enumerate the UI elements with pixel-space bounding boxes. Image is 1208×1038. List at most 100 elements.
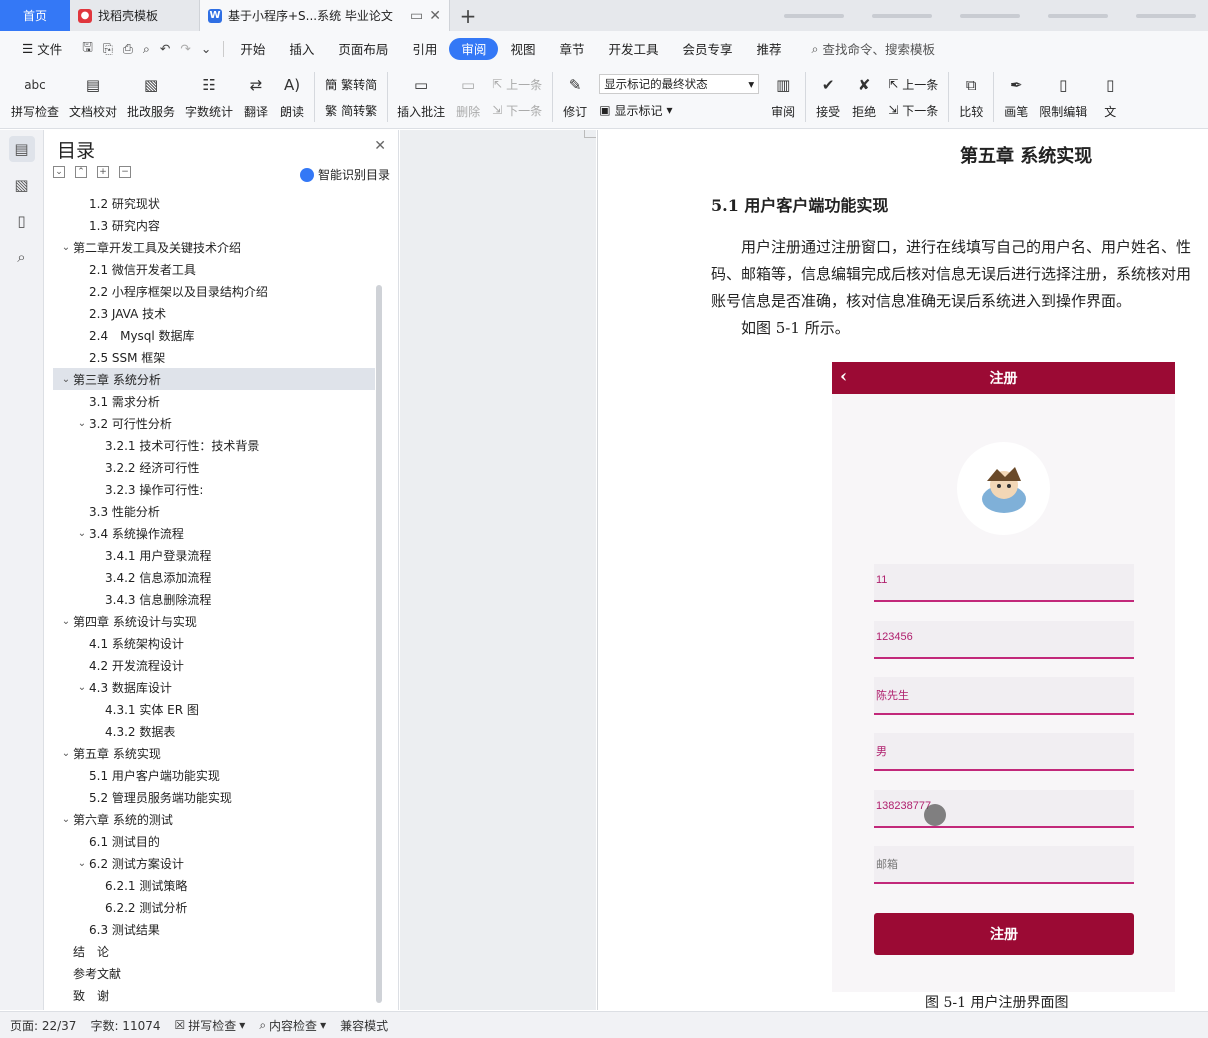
print-icon[interactable]: ⎙ <box>123 41 133 57</box>
page-indicator[interactable]: 页面: 22/37 <box>10 1017 76 1034</box>
menu-reference[interactable]: 引用 <box>400 38 449 60</box>
chapter-icon[interactable]: ▧ <box>9 172 35 198</box>
prev-revision-button[interactable]: ⇱ 上一条 <box>888 74 938 94</box>
password-field[interactable]: 123456 <box>874 621 1134 659</box>
toc-item[interactable]: ⌄ 第三章 系统分析 <box>53 368 375 390</box>
next-revision-button[interactable]: ⇲ 下一条 <box>888 100 938 120</box>
phone-field[interactable]: 138238777 <box>874 790 1134 828</box>
simp-to-trad-button[interactable]: 繁简转繁 <box>325 100 377 120</box>
menu-view[interactable]: 视图 <box>498 38 547 60</box>
toc-item[interactable]: 5.1 用户客户端功能实现 <box>53 764 375 786</box>
chevron-down-icon[interactable]: ⌄ <box>75 858 89 869</box>
reject-button[interactable]: ✘ 拒绝 <box>846 66 882 128</box>
command-search[interactable]: ⌕ 查找命令、搜索模板 <box>812 39 936 58</box>
toc-item[interactable]: ⌄ 第二章开发工具及关键技术介绍 <box>53 236 375 258</box>
menu-member[interactable]: 会员专享 <box>670 38 744 60</box>
close-icon[interactable]: ✕ <box>429 8 441 24</box>
toc-item[interactable]: 3.4.3 信息删除流程 <box>53 588 375 610</box>
toc-item[interactable]: 2.3 JAVA 技术 <box>53 302 375 324</box>
document-page[interactable]: 第五章 系统实现 5.1 用户客户端功能实现 用户注册通过注册窗口，进行在线填写… <box>597 130 1208 1011</box>
toc-item[interactable]: 2.2 小程序框架以及目录结构介绍 <box>53 280 375 302</box>
toc-item[interactable]: 6.1 测试目的 <box>53 830 375 852</box>
toc-item[interactable]: 6.2.2 测试分析 <box>53 896 375 918</box>
toc-item[interactable]: ⌄ 第六章 系统的测试 <box>53 808 375 830</box>
chevron-down-icon[interactable]: ⌄ <box>201 41 211 56</box>
chevron-down-icon[interactable]: ⌄ <box>59 616 73 627</box>
toc-item[interactable]: 参考文献 <box>53 962 375 984</box>
menu-start[interactable]: 开始 <box>228 38 277 60</box>
email-field[interactable]: 邮箱 <box>874 846 1134 884</box>
accept-button[interactable]: ✔ 接受 <box>810 66 846 128</box>
tab-pin-icon[interactable]: ▭ <box>410 8 423 24</box>
toc-item[interactable]: ⌄ 6.2 测试方案设计 <box>53 852 375 874</box>
chevron-down-icon[interactable]: ⌄ <box>59 374 73 385</box>
toc-item[interactable]: ⌄ 第四章 系统设计与实现 <box>53 610 375 632</box>
tab-home[interactable]: 首页 <box>0 0 70 31</box>
translate-button[interactable]: ⇄ 翻译 <box>238 66 274 128</box>
spellcheck-status[interactable]: ☒ 拼写检查 ▾ <box>175 1017 246 1034</box>
toc-item[interactable]: 3.3 性能分析 <box>53 500 375 522</box>
bookmark-icon[interactable]: ▯ <box>9 208 35 234</box>
toc-item[interactable]: 2.5 SSM 框架 <box>53 346 375 368</box>
save-icon[interactable]: 🖫 <box>82 38 93 59</box>
name-field[interactable]: 陈先生 <box>874 677 1134 715</box>
chevron-down-icon[interactable]: ⌄ <box>75 528 89 539</box>
toc-item[interactable]: ⌄ 第五章 系统实现 <box>53 742 375 764</box>
toc-scrollbar[interactable] <box>376 285 382 1003</box>
toc-item[interactable]: 4.3.1 实体 ER 图 <box>53 698 375 720</box>
pen-button[interactable]: ✒ 画笔 <box>998 66 1034 128</box>
menu-review[interactable]: 审阅 <box>449 37 499 60</box>
toc-item[interactable]: 4.3.2 数据表 <box>53 720 375 742</box>
trad-to-simp-button[interactable]: 簡繁转简 <box>325 74 377 94</box>
word-count[interactable]: 字数: 11074 <box>90 1017 160 1034</box>
restrict-edit-button[interactable]: ▯ 限制编辑 <box>1034 66 1092 128</box>
toc-item[interactable]: 6.3 测试结果 <box>53 918 375 940</box>
toc-item[interactable]: 6.2.1 测试策略 <box>53 874 375 896</box>
plus-icon[interactable]: + <box>97 166 109 178</box>
gender-field[interactable]: 男 <box>874 733 1134 771</box>
toc-item[interactable]: 3.1 需求分析 <box>53 390 375 412</box>
toc-item[interactable]: 2.1 微信开发者工具 <box>53 258 375 280</box>
compare-button[interactable]: ⧉ 比较 <box>953 66 989 128</box>
menu-chapter[interactable]: 章节 <box>547 38 596 60</box>
spellcheck-button[interactable]: abc 拼写检查 <box>6 66 64 128</box>
tab-document[interactable]: W 基于小程序+S...系统 毕业论文 ▭ ✕ <box>200 0 450 31</box>
add-tab-button[interactable]: + <box>450 0 486 31</box>
toc-item[interactable]: 3.4.1 用户登录流程 <box>53 544 375 566</box>
toc-item[interactable]: ⌄ 4.3 数据库设计 <box>53 676 375 698</box>
toc-item[interactable]: 3.2.1 技术可行性：技术背景 <box>53 434 375 456</box>
menu-devtools[interactable]: 开发工具 <box>596 38 670 60</box>
minus-icon[interactable]: − <box>119 166 131 178</box>
expand-all-icon[interactable]: ⌄ <box>53 166 65 178</box>
toc-item[interactable]: 结 论 <box>53 940 375 962</box>
chevron-down-icon[interactable]: ⌄ <box>59 242 73 253</box>
menu-recommend[interactable]: 推荐 <box>745 38 794 60</box>
toc-item[interactable]: 致 谢 <box>53 984 375 1006</box>
toc-item[interactable]: ⌄ 3.2 可行性分析 <box>53 412 375 434</box>
toc-item[interactable]: 3.4.2 信息添加流程 <box>53 566 375 588</box>
search-icon[interactable]: ⌕ <box>9 244 35 270</box>
show-markup-button[interactable]: ▣ 显示标记 ▾ <box>599 100 759 120</box>
chevron-down-icon[interactable]: ⌄ <box>75 682 89 693</box>
next-comment-button[interactable]: ⇲ 下一条 <box>492 100 542 120</box>
file-menu[interactable]: ☰ 文件 <box>10 38 74 60</box>
batch-service-button[interactable]: ▧ 批改服务 <box>122 66 180 128</box>
word-count-button[interactable]: ☷ 字数统计 <box>180 66 238 128</box>
chevron-down-icon[interactable]: ⌄ <box>75 418 89 429</box>
toc-item[interactable]: 5.2 管理员服务端功能实现 <box>53 786 375 808</box>
review-pane-button[interactable]: ▥ 审阅 <box>765 66 801 128</box>
prev-comment-button[interactable]: ⇱ 上一条 <box>492 74 542 94</box>
preview-icon[interactable]: ⌕ <box>143 41 150 57</box>
export-icon[interactable]: ⎘ <box>103 41 113 57</box>
close-icon[interactable]: ✕ <box>374 138 386 154</box>
chevron-down-icon[interactable]: ⌄ <box>59 748 73 759</box>
content-check-status[interactable]: ⌕ 内容检查 ▾ <box>259 1017 326 1034</box>
toc-item[interactable]: ⌄ 3.4 系统操作流程 <box>53 522 375 544</box>
more-button[interactable]: ▯ 文 <box>1092 66 1128 128</box>
doc-check-button[interactable]: ▤ 文档校对 <box>64 66 122 128</box>
toc-item[interactable]: 1.3 研究内容 <box>53 214 375 236</box>
smart-toc-button[interactable]: 智能识别目录 <box>299 166 390 183</box>
revise-button[interactable]: ✎ 修订 <box>557 66 593 128</box>
toc-item[interactable]: 4.2 开发流程设计 <box>53 654 375 676</box>
toc-item[interactable]: 2.4 Mysql 数据库 <box>53 324 375 346</box>
